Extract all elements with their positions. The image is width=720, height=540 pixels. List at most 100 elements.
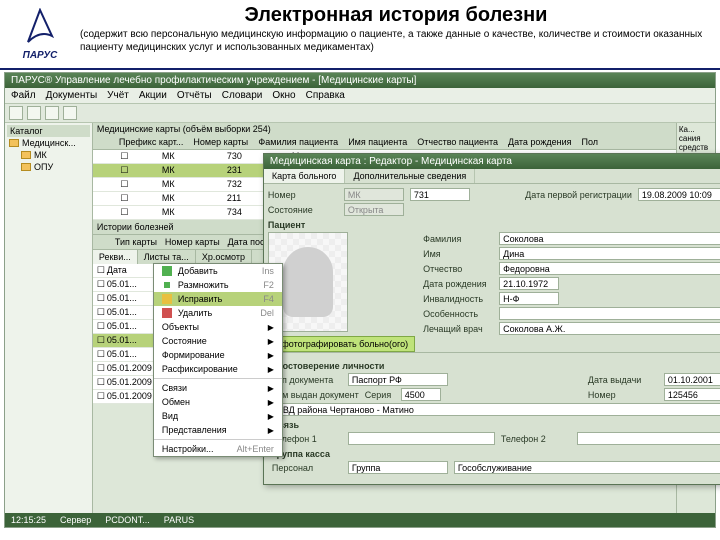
scan-button[interactable]: Сфотографировать больно(ого) (268, 336, 415, 352)
menu-item[interactable]: Вид▶ (154, 409, 282, 423)
dialog-title[interactable]: Медицинская карта : Редактор - Медицинск… (264, 154, 720, 169)
app-title-bar[interactable]: ПАРУС® Управление лечебно профилактическ… (5, 73, 715, 88)
person-icon (283, 247, 333, 317)
app-title: ПАРУС® Управление лечебно профилактическ… (11, 75, 416, 86)
hist-col-2[interactable]: Номер карты (165, 237, 220, 247)
menu-file[interactable]: Файл (11, 90, 36, 101)
tab-hr[interactable]: Хр.осмотр (196, 250, 252, 264)
status-bar: 12:15:25 Сервер PCDONT... PARUS (5, 513, 715, 527)
tab-card[interactable]: Карта больного (264, 169, 346, 183)
folder-icon (21, 163, 31, 171)
tb-btn-2[interactable] (27, 106, 41, 120)
contacts-section: Связь (272, 420, 720, 430)
list-item: Ка... (679, 125, 713, 134)
osob-input[interactable] (499, 307, 720, 320)
group-section: Группа касса (272, 449, 720, 459)
menu-docs[interactable]: Документы (46, 90, 98, 101)
context-menu: ДобавитьInsРазмножитьF2ИсправитьF4Удалит… (153, 263, 283, 457)
menu-window[interactable]: Окно (272, 90, 295, 101)
menu-item[interactable]: УдалитьDel (154, 306, 282, 320)
col-prefix[interactable]: Префикс карт... (119, 137, 184, 147)
tel2-input[interactable] (577, 432, 720, 445)
card-dialog: Медицинская карта : Редактор - Медицинск… (263, 153, 720, 485)
page-subtitle: (содержит всю персональную медицинскую и… (80, 29, 712, 54)
status-time: 12:15:25 (11, 515, 46, 525)
pers-input[interactable]: Группа (348, 461, 448, 474)
doc-num-input[interactable]: 125456 (664, 388, 720, 401)
menu-uchet[interactable]: Учёт (107, 90, 129, 101)
doctor-input[interactable]: Соколова А.Ж. (499, 322, 720, 335)
fam-input[interactable]: Соколова (499, 232, 720, 245)
menu-item[interactable]: ДобавитьIns (154, 264, 282, 278)
tb-btn-4[interactable] (63, 106, 77, 120)
menu-dicts[interactable]: Словари (222, 90, 263, 101)
menu-item[interactable]: Настройки...Alt+Enter (154, 442, 282, 456)
tree-item-mk[interactable]: МК (7, 149, 90, 161)
edit-icon (162, 294, 172, 304)
doc-ser-input[interactable]: 4500 (401, 388, 441, 401)
col-otch[interactable]: Отчество пациента (417, 137, 498, 147)
dialog-tabs: Карта больного Дополнительные сведения (264, 169, 720, 184)
fam-label: Фамилия (423, 234, 493, 244)
menu-actions[interactable]: Акции (139, 90, 167, 101)
dob-input[interactable]: 21.10.1972 (499, 277, 559, 290)
tree-label-1: МК (34, 150, 47, 160)
inv-input[interactable]: Н-Ф (499, 292, 559, 305)
menu-item[interactable]: Формирование▶ (154, 348, 282, 362)
nomer-label: Номер (268, 190, 338, 200)
doctor-label: Лечащий врач (423, 324, 493, 334)
grid-title: Медицинские карты (объём выборки 254) (93, 123, 676, 135)
otch-input[interactable]: Федоровна (499, 262, 720, 275)
col-check (97, 137, 109, 147)
tb-btn-3[interactable] (45, 106, 59, 120)
nomer-input[interactable]: 731 (410, 188, 470, 201)
doc-section: Удостоверение личности Тип документа Пас… (268, 352, 720, 480)
date-input[interactable]: 19.08.2009 10:09 (638, 188, 720, 201)
page-title: Электронная история болезни (80, 4, 712, 27)
tree-item-root[interactable]: Медицинск... (7, 137, 90, 149)
menu-bar: Файл Документы Учёт Акции Отчёты Словари… (5, 88, 715, 104)
menu-item[interactable]: Обмен▶ (154, 395, 282, 409)
tab-listy[interactable]: Листы та... (138, 250, 196, 264)
col-dob[interactable]: Дата рождения (508, 137, 572, 147)
menu-item[interactable]: Состояние▶ (154, 334, 282, 348)
gos-input[interactable]: Гособслуживание (454, 461, 720, 474)
logo-text: ПАРУС (23, 50, 58, 61)
menu-item[interactable]: Представления▶ (154, 423, 282, 437)
patient-block: Сфотографировать больно(ого) Фамилия Соко… (268, 232, 720, 352)
tab-extra[interactable]: Дополнительные сведения (345, 169, 475, 183)
sidebar-label: Каталог (7, 125, 90, 137)
dialog-body: Номер МК 731 Дата первой регистрации 19.… (264, 184, 720, 484)
doc-date-input[interactable]: 01.10.2001 (664, 373, 720, 386)
menu-reports[interactable]: Отчёты (177, 90, 212, 101)
menu-item[interactable]: Связи▶ (154, 381, 282, 395)
inv-label: Инвалидность (423, 294, 493, 304)
tree-item-opu[interactable]: ОПУ (7, 161, 90, 173)
col-name[interactable]: Имя пациента (348, 137, 407, 147)
menu-item[interactable]: Объекты▶ (154, 320, 282, 334)
menu-item[interactable]: ИсправитьF4 (154, 292, 282, 306)
tb-btn-1[interactable] (9, 106, 23, 120)
app-window: ПАРУС® Управление лечебно профилактическ… (4, 72, 716, 528)
menu-item[interactable]: Расфиксирование▶ (154, 362, 282, 376)
hist-col-0 (97, 237, 107, 247)
osob-label: Особенность (423, 309, 493, 319)
tab-rekvi[interactable]: Рекви... (93, 250, 138, 264)
sail-icon (20, 8, 60, 48)
doc-type-input[interactable]: Паспорт РФ (348, 373, 448, 386)
tel2-label: Телефон 2 (501, 434, 571, 444)
menu-help[interactable]: Справка (306, 90, 345, 101)
add-mul-icon (162, 280, 172, 290)
list-item: сания (679, 134, 713, 143)
col-number[interactable]: Номер карты (193, 137, 248, 147)
col-fam[interactable]: Фамилия пациента (258, 137, 338, 147)
page-header: ПАРУС Электронная история болезни (содер… (0, 0, 720, 70)
menu-item[interactable]: РазмножитьF2 (154, 278, 282, 292)
toolbar (5, 104, 715, 123)
hist-col-1[interactable]: Тип карты (115, 237, 157, 247)
del-icon (162, 308, 172, 318)
tel1-input[interactable] (348, 432, 495, 445)
doc-who-input[interactable]: ОВД района Чертаново - Матино (272, 403, 720, 416)
col-sex[interactable]: Пол (581, 137, 636, 147)
name-input[interactable]: Дина (499, 247, 720, 260)
